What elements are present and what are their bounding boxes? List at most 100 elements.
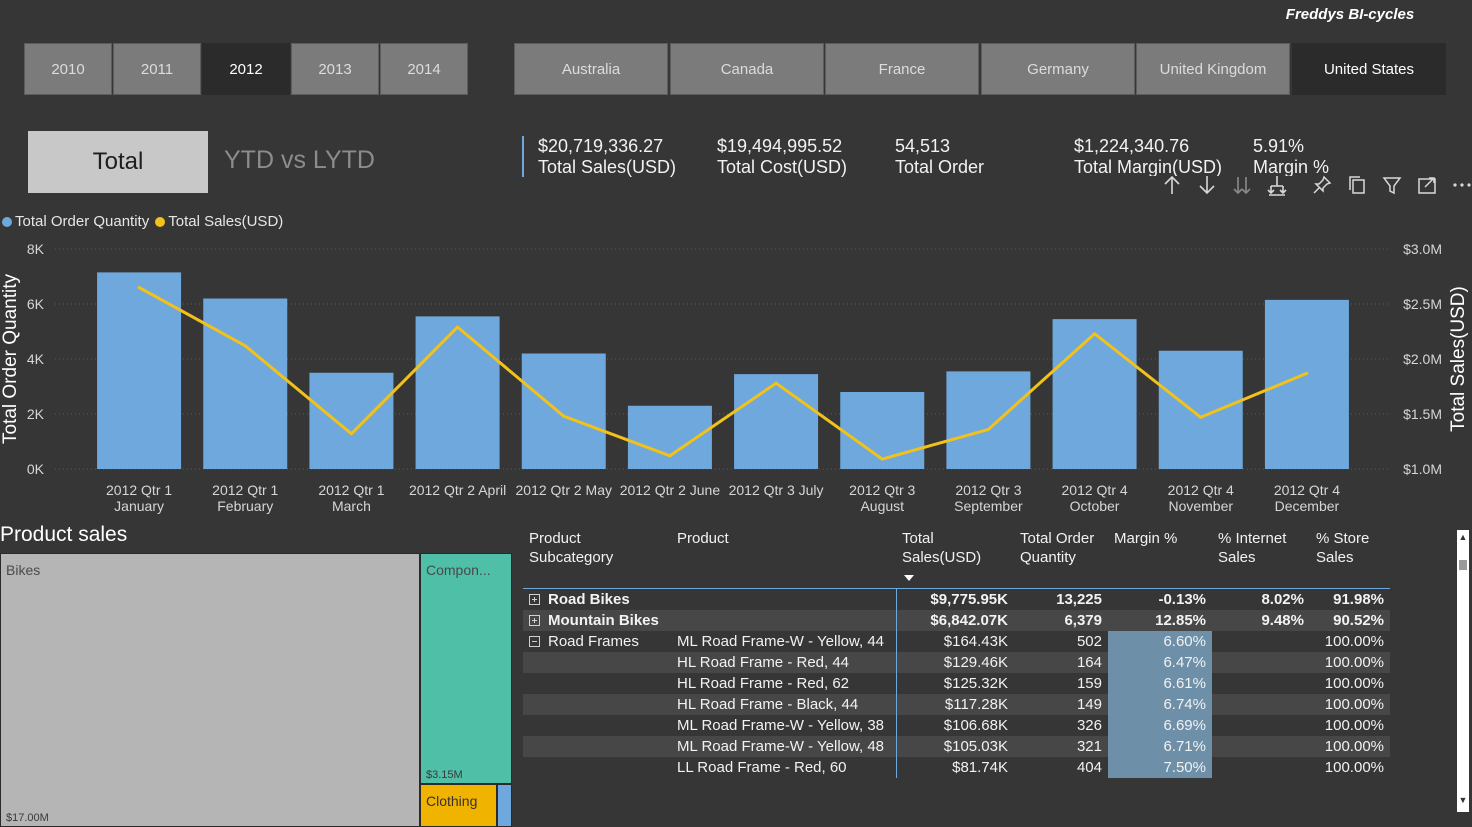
column-header[interactable]: % Internet Sales [1212, 527, 1310, 589]
bar[interactable] [734, 374, 819, 469]
cell-margin-text: 6.61% [1163, 675, 1206, 692]
year-button-2010[interactable]: 2010 [24, 43, 112, 95]
arrow-down-icon[interactable] [1189, 172, 1224, 198]
more-options-icon[interactable] [1444, 172, 1472, 198]
copy-icon[interactable] [1339, 172, 1374, 198]
year-button-2013[interactable]: 2013 [291, 43, 379, 95]
kpi-value: $19,494,995.52 [717, 136, 843, 156]
legend-label: Total Order Quantity [15, 213, 150, 230]
country-button-france[interactable]: France [825, 43, 979, 95]
line-point[interactable] [456, 325, 460, 329]
table-row[interactable]: HL Road Frame - Red, 44 $129.46K 164 6.47% 1… [523, 652, 1390, 673]
legend-item-total-sales[interactable]: Total Sales(USD) [155, 213, 283, 230]
table-row[interactable]: ML Road Frame-W - Yellow, 48 $105.03K 321 6… [523, 736, 1390, 757]
y-tick-label: 2K [27, 406, 45, 422]
line-point[interactable] [986, 427, 990, 431]
cell-product: ML Road Frame-W - Yellow, 48 [671, 736, 896, 757]
country-button-canada[interactable]: Canada [670, 43, 824, 95]
column-header-sorted[interactable]: Total Sales(USD) [896, 527, 1014, 589]
bar[interactable] [97, 272, 182, 469]
line-point[interactable] [668, 454, 672, 458]
line-point[interactable] [1305, 371, 1309, 375]
treemap-cell-components[interactable]: Compon... $3.15M [420, 553, 512, 784]
bar[interactable] [521, 353, 606, 470]
table-row[interactable]: HL Road Frame - Red, 62 $125.32K 159 6.61% 1… [523, 673, 1390, 694]
expand-hierarchy-icon[interactable] [1259, 172, 1294, 198]
double-arrow-down-icon[interactable] [1224, 172, 1259, 198]
collapse-minus-icon[interactable] [529, 636, 540, 647]
bar[interactable] [946, 371, 1031, 469]
cell-product-text: ML Road Frame-W - Yellow, 38 [677, 717, 885, 734]
line-point[interactable] [137, 286, 141, 289]
treemap-cell-clothing[interactable]: Clothing [420, 784, 497, 827]
line-point[interactable] [349, 432, 353, 436]
column-header[interactable]: Margin % [1108, 527, 1212, 589]
year-button-2011[interactable]: 2011 [113, 43, 201, 95]
line-point[interactable] [243, 344, 247, 348]
kpi-total-sales: $20,719,336.27 Total Sales(USD) [538, 136, 676, 178]
country-button-australia[interactable]: Australia [514, 43, 668, 95]
year-button-2014[interactable]: 2014 [380, 43, 468, 95]
table-row[interactable]: Road Frames ML Road Frame-W - Yellow, 44 $… [523, 631, 1390, 652]
bar[interactable] [1158, 350, 1243, 469]
cell-margin: 6.69% [1108, 715, 1212, 736]
table-scrollbar[interactable] [1457, 530, 1469, 812]
y2-axis-title: Total Sales(USD) [1448, 286, 1469, 432]
column-header[interactable]: % Store Sales [1310, 527, 1390, 589]
cell-quantity: 6,379 [1014, 610, 1108, 631]
cell-sales-text: $81.74K [952, 759, 1008, 776]
total-button[interactable]: Total [28, 131, 208, 193]
x-tick-label: 2012 Qtr 3 July [729, 482, 824, 498]
x-tick-label: 2012 Qtr 4 December [1274, 482, 1340, 514]
country-button-united-kingdom[interactable]: United Kingdom [1136, 43, 1290, 95]
line-point[interactable] [880, 457, 884, 461]
cell-internet [1212, 652, 1310, 673]
cell-store: 91.98% [1310, 589, 1390, 611]
table-row[interactable]: HL Road Frame - Black, 44 $117.28K 149 6.74… [523, 694, 1390, 715]
filter-icon[interactable] [1374, 172, 1409, 198]
country-button-germany[interactable]: Germany [981, 43, 1135, 95]
sort-desc-icon [904, 575, 914, 581]
scroll-down-icon[interactable]: ▼ [1457, 793, 1469, 807]
treemap-cell-bikes[interactable]: Bikes $17.00M [0, 553, 420, 827]
cell-product: ML Road Frame-W - Yellow, 44 [671, 631, 896, 652]
bar[interactable] [309, 372, 394, 469]
column-header[interactable]: Total Order Quantity [1014, 527, 1108, 589]
country-button-united-states[interactable]: United States [1292, 43, 1446, 95]
legend-dot [155, 216, 166, 227]
table-row[interactable]: Road Bikes $9,775.95K 13,225 -0.13% 8.02% 91.… [523, 588, 1390, 611]
line-point[interactable] [562, 414, 566, 418]
line-point[interactable] [774, 381, 778, 385]
table-row[interactable]: Mountain Bikes $6,842.07K 6,379 12.85% 9.48%… [523, 610, 1390, 631]
bar[interactable] [203, 298, 288, 470]
column-header[interactable]: Product Subcategory [523, 527, 671, 589]
scroll-up-icon[interactable]: ▲ [1457, 530, 1469, 544]
expand-plus-icon[interactable] [529, 615, 540, 626]
treemap-cell-accessories[interactable] [497, 784, 512, 827]
scrollbar-thumb[interactable] [1459, 560, 1467, 570]
bar[interactable] [1052, 319, 1137, 469]
treemap-value: $17.00M [6, 812, 49, 824]
cell-sales: $129.46K [895, 652, 1014, 673]
ytd-vs-lytd-label[interactable]: YTD vs LYTD [224, 146, 375, 175]
pin-icon[interactable] [1304, 172, 1339, 198]
table-row[interactable]: ML Road Frame-W - Yellow, 38 $106.68K 326 6… [523, 715, 1390, 736]
cell-quantity: 321 [1014, 736, 1108, 757]
year-button-2012[interactable]: 2012 [202, 43, 290, 95]
column-header[interactable]: Product [671, 527, 896, 589]
kpi-total-cost: $19,494,995.52 Total Cost(USD) [717, 136, 847, 178]
cell-margin: 6.60% [1108, 631, 1212, 652]
line-point[interactable] [1093, 332, 1097, 336]
y2-tick-label: $1.0M [1403, 461, 1442, 477]
cell-quantity: 159 [1014, 673, 1108, 694]
bar[interactable] [415, 316, 500, 469]
column-header-label: Total Sales(USD) [902, 530, 982, 566]
legend-item-order-quantity[interactable]: Total Order Quantity [2, 213, 149, 230]
line-point[interactable] [1199, 415, 1203, 419]
expand-plus-icon[interactable] [529, 594, 540, 605]
cell-sales-text: $117.28K [944, 696, 1008, 713]
table-row[interactable]: LL Road Frame - Red, 60 $81.74K 404 7.50% 10… [523, 757, 1390, 778]
focus-mode-icon[interactable] [1409, 172, 1444, 198]
cell-internet [1212, 631, 1310, 652]
arrow-up-icon[interactable] [1154, 172, 1189, 198]
